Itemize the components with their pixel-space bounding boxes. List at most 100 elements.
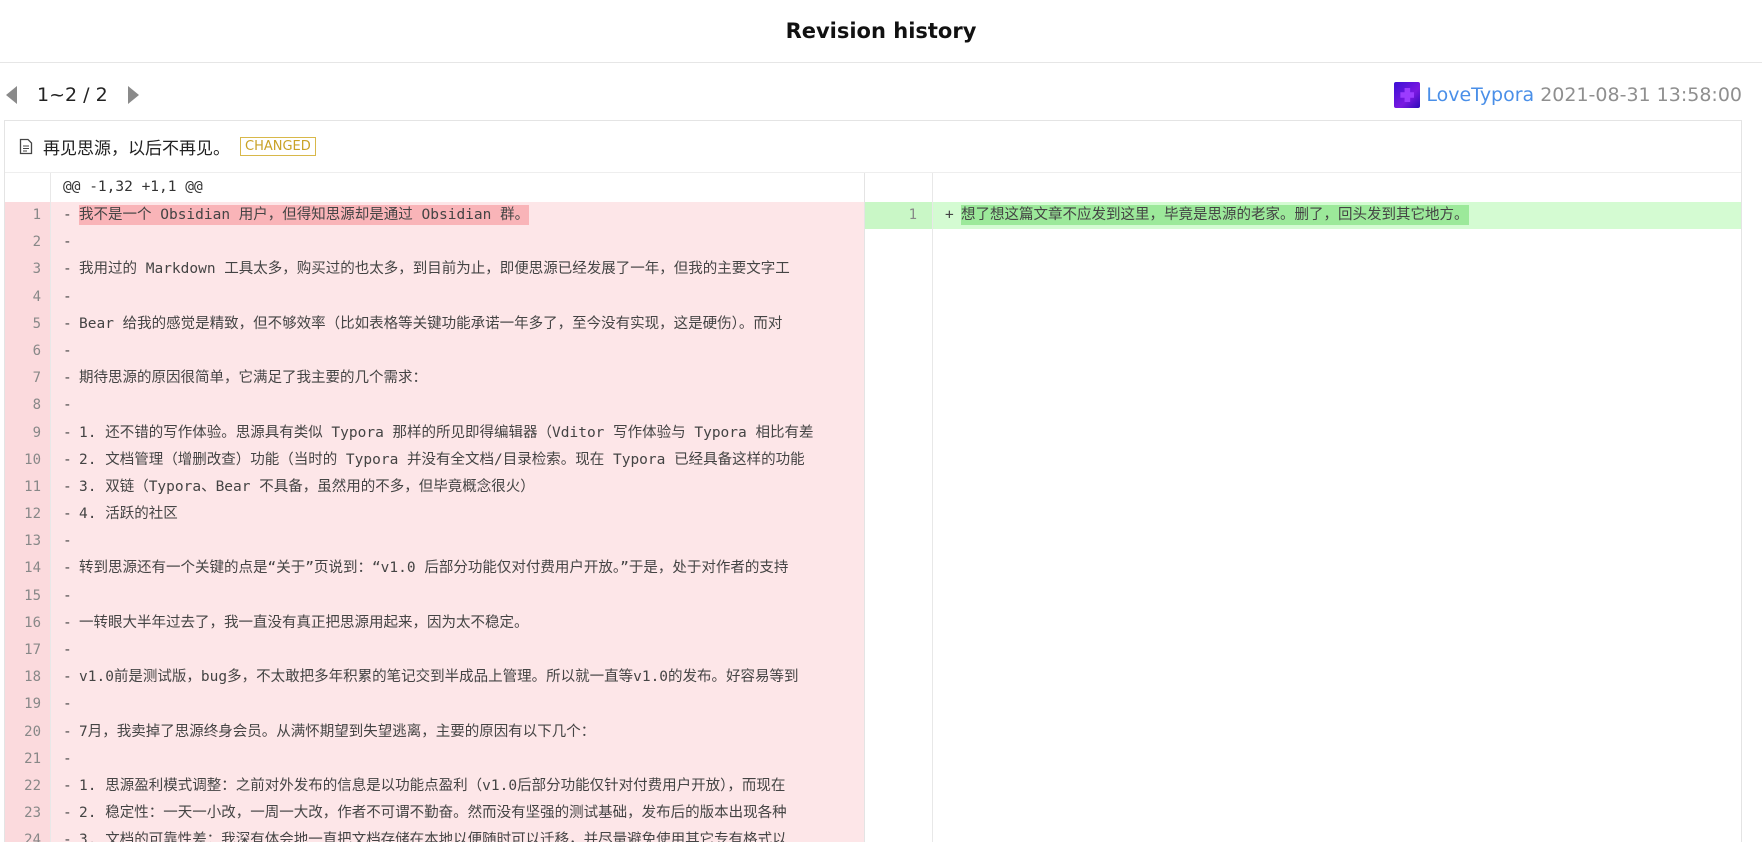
diff-sign: -	[63, 642, 72, 658]
diff-sign: -	[63, 805, 72, 822]
diff-line: 15-	[5, 582, 864, 610]
line-text: 2. 文档管理（增删改查）功能（当时的 Typora 并没有全文档/目录检索。现…	[79, 451, 805, 468]
diff-sign: -	[63, 315, 72, 332]
line-content: - Bear 给我的感觉是精致，但不够效率（比如表格等关键功能承诺一年多了，至今没…	[51, 311, 782, 338]
line-content: -2. 稳定性：一天一小改，一周一大改，作者不可谓不勤奋。然而没有坚强的测试基础…	[51, 800, 787, 827]
diff-sign: -	[63, 506, 72, 523]
diff-line: 19-	[5, 691, 864, 719]
diff-old-side[interactable]: @@ -1,32 +1,1 @@ 1- 我不是一个 Obsidian 用户，但得知…	[5, 173, 864, 842]
line-text: 想了想这篇文章不应发到这里，毕竟是思源的老家。删了，回头发到其它地方。	[961, 205, 1469, 225]
revision-count: 1~2 / 2	[37, 84, 108, 106]
avatar	[1394, 82, 1421, 108]
line-content: -	[51, 746, 79, 773]
next-revision-icon[interactable]	[127, 86, 139, 104]
diff-line: 17-	[5, 637, 864, 665]
diff-sign: -	[63, 587, 72, 604]
line-text: 1. 思源盈利模式调整：之前对外发布的信息是以功能点盈利（v1.0后部分功能仅针…	[79, 777, 786, 794]
hunk-header: @@ -1,32 +1,1 @@	[63, 179, 203, 195]
line-text: 7月，我卖掉了思源终身会员。从满怀期望到失望逃离，主要的原因有以下几个：	[79, 723, 596, 740]
revision-date: 2021-08-31 13:58:00	[1540, 84, 1742, 106]
line-content: -7月，我卖掉了思源终身会员。从满怀期望到失望逃离，主要的原因有以下几个：	[51, 719, 595, 746]
diff-line: 6-	[5, 337, 864, 366]
dialog-header: Revision history	[0, 0, 1762, 63]
diff-sign: -	[63, 342, 72, 359]
line-text: 我不是一个 Obsidian 用户，但得知思源却是通过 Obsidian 群。	[79, 205, 530, 225]
status-badge: CHANGED	[240, 137, 316, 156]
diff-line: 20-7月，我卖掉了思源终身会员。从满怀期望到失望逃离，主要的原因有以下几个：	[5, 718, 864, 746]
diff-line: 11-3. 双链（Typora、Bear 不具备，虽然用的不多，但毕竟概念很火）	[5, 473, 864, 502]
line-content: -	[51, 229, 79, 256]
line-content: -	[51, 637, 79, 664]
diff-sign: -	[63, 669, 72, 686]
line-content: -	[51, 338, 79, 365]
line-text: 我用过的 Markdown 工具太多，购买过的也太多，到目前为止，即便思源已经发…	[79, 261, 790, 278]
diff-sign: +	[945, 207, 954, 223]
line-content: -3. 双链（Typora、Bear 不具备，虽然用的不多，但毕竟概念很火）	[51, 474, 535, 501]
diff-panel: 再见思源，以后不再见。 CHANGED @@ -1,32 +1,1 @@ 1-我…	[4, 120, 1742, 842]
diff-sign: -	[63, 614, 72, 631]
diff-sign: -	[63, 533, 72, 550]
diff-line: 24-3. 文档的可靠性差：我深有体会地一直把文档存储在本地以便随时可以迁移，并…	[5, 827, 864, 842]
diff-sign: -	[63, 478, 72, 495]
diff-line: 4-	[5, 283, 864, 311]
diff-line: 12-4. 活跃的社区	[5, 501, 864, 529]
diff-line: 23-2. 稳定性：一天一小改，一周一大改，作者不可谓不勤奋。然而没有坚强的测试…	[5, 800, 864, 828]
diff-sign: -	[63, 750, 72, 767]
line-text: 转到思源还有一个关键的点是“关于”页说到：“v1.0 后部分功能仅对付费用户开放…	[79, 560, 789, 577]
diff-sign: -	[63, 261, 72, 278]
line-text: 1. 还不错的写作体验。思源具有类似 Typora 那样的所见即得编辑器（Vdi…	[79, 424, 814, 441]
diff-line: 14- 转到思源还有一个关键的点是“关于”页说到：“v1.0 后部分功能仅对付费用…	[5, 555, 864, 583]
diff-sign: -	[63, 207, 72, 223]
line-content: -	[51, 691, 79, 718]
line-content: + 想了想这篇文章不应发到这里，毕竟是思源的老家。删了，回头发到其它地方。	[933, 202, 1469, 229]
diff-sign: -	[63, 832, 72, 842]
diff-sign: -	[63, 288, 72, 305]
line-content: - 期待思源的原因很简单，它满足了我主要的几个需求：	[51, 365, 427, 392]
diff-line: 16- 一转眼大半年过去了，我一直没有真正把思源用起来，因为太不稳定。	[5, 609, 864, 637]
diff-line: 22-1. 思源盈利模式调整：之前对外发布的信息是以功能点盈利（v1.0后部分功…	[5, 772, 864, 801]
line-text: 3. 文档的可靠性差：我深有体会地一直把文档存储在本地以便随时可以迁移，并尽量避…	[79, 832, 787, 842]
diff-sign: -	[63, 696, 72, 713]
line-number-gutter	[5, 173, 51, 842]
line-number-gutter	[865, 173, 933, 842]
line-content: -3. 文档的可靠性差：我深有体会地一直把文档存储在本地以便随时可以迁移，并尽量…	[51, 827, 787, 842]
diff-line: 7- 期待思源的原因很简单，它满足了我主要的几个需求：	[5, 365, 864, 393]
file-name: 再见思源，以后不再见。	[43, 139, 230, 159]
diff-line: 13-	[5, 528, 864, 556]
diff-line: 18- v1.0前是测试版，bug多，不太敢把多年积累的笔记交到半成品上管理。所以…	[5, 664, 864, 692]
line-text: 一转眼大半年过去了，我一直没有真正把思源用起来，因为太不稳定。	[79, 614, 529, 631]
revision-pager: 1~2 / 2	[6, 81, 139, 109]
diff-sign: -	[63, 424, 72, 441]
diff-line: 1- 我不是一个 Obsidian 用户，但得知思源却是通过 Obsidian 群…	[5, 202, 864, 230]
line-content: -	[51, 284, 79, 311]
line-text: 期待思源的原因很简单，它满足了我主要的几个需求：	[79, 370, 427, 387]
diff-line: 8-	[5, 392, 864, 420]
line-content: -	[51, 528, 79, 555]
line-content: - 我不是一个 Obsidian 用户，但得知思源却是通过 Obsidian 群。	[51, 202, 530, 229]
author-name[interactable]: LoveTypora	[1426, 84, 1534, 106]
revision-author: LoveTypora 2021-08-31 13:58:00	[1394, 81, 1742, 109]
line-content: -	[51, 583, 79, 610]
diff-sign: -	[63, 777, 72, 794]
diff-sign: -	[63, 723, 72, 740]
line-content: - 一转眼大半年过去了，我一直没有真正把思源用起来，因为太不稳定。	[51, 610, 529, 637]
diff-line: 21-	[5, 745, 864, 773]
line-content: - 我用过的 Markdown 工具太多，购买过的也太多，到目前为止，即便思源已经…	[51, 256, 790, 283]
diff-sign: -	[63, 370, 72, 387]
diff-view: @@ -1,32 +1,1 @@ 1- 我不是一个 Obsidian 用户，但得知…	[5, 173, 1741, 842]
line-text: Bear 给我的感觉是精致，但不够效率（比如表格等关键功能承诺一年多了，至今没有…	[79, 315, 783, 332]
file-header: 再见思源，以后不再见。 CHANGED	[5, 121, 1741, 173]
document-icon	[19, 138, 33, 155]
hunk-spacer	[865, 173, 1741, 202]
line-text: 4. 活跃的社区	[79, 506, 178, 523]
diff-line: 1 + 想了想这篇文章不应发到这里，毕竟是思源的老家。删了，回头发到其它地方。	[865, 202, 1741, 230]
diff-line: 5- Bear 给我的感觉是精致，但不够效率（比如表格等关键功能承诺一年多了，至今…	[5, 310, 864, 338]
diff-new-side[interactable]: 1+想了想这篇文章不应发到这里，毕竟是思源的老家。删了，回头发到其它地方。 ♥	[864, 173, 1741, 842]
line-text: 3. 双链（Typora、Bear 不具备，虽然用的不多，但毕竟概念很火）	[79, 478, 535, 495]
prev-revision-icon[interactable]	[6, 86, 17, 104]
line-content: -2. 文档管理（增删改查）功能（当时的 Typora 并没有全文档/目录检索。…	[51, 447, 805, 474]
diff-line: 9-1. 还不错的写作体验。思源具有类似 Typora 那样的所见即得编辑器（V…	[5, 419, 864, 447]
line-content: - 转到思源还有一个关键的点是“关于”页说到：“v1.0 后部分功能仅对付费用户开…	[51, 555, 788, 582]
diff-sign: -	[63, 234, 72, 251]
diff-sign: -	[63, 397, 72, 414]
